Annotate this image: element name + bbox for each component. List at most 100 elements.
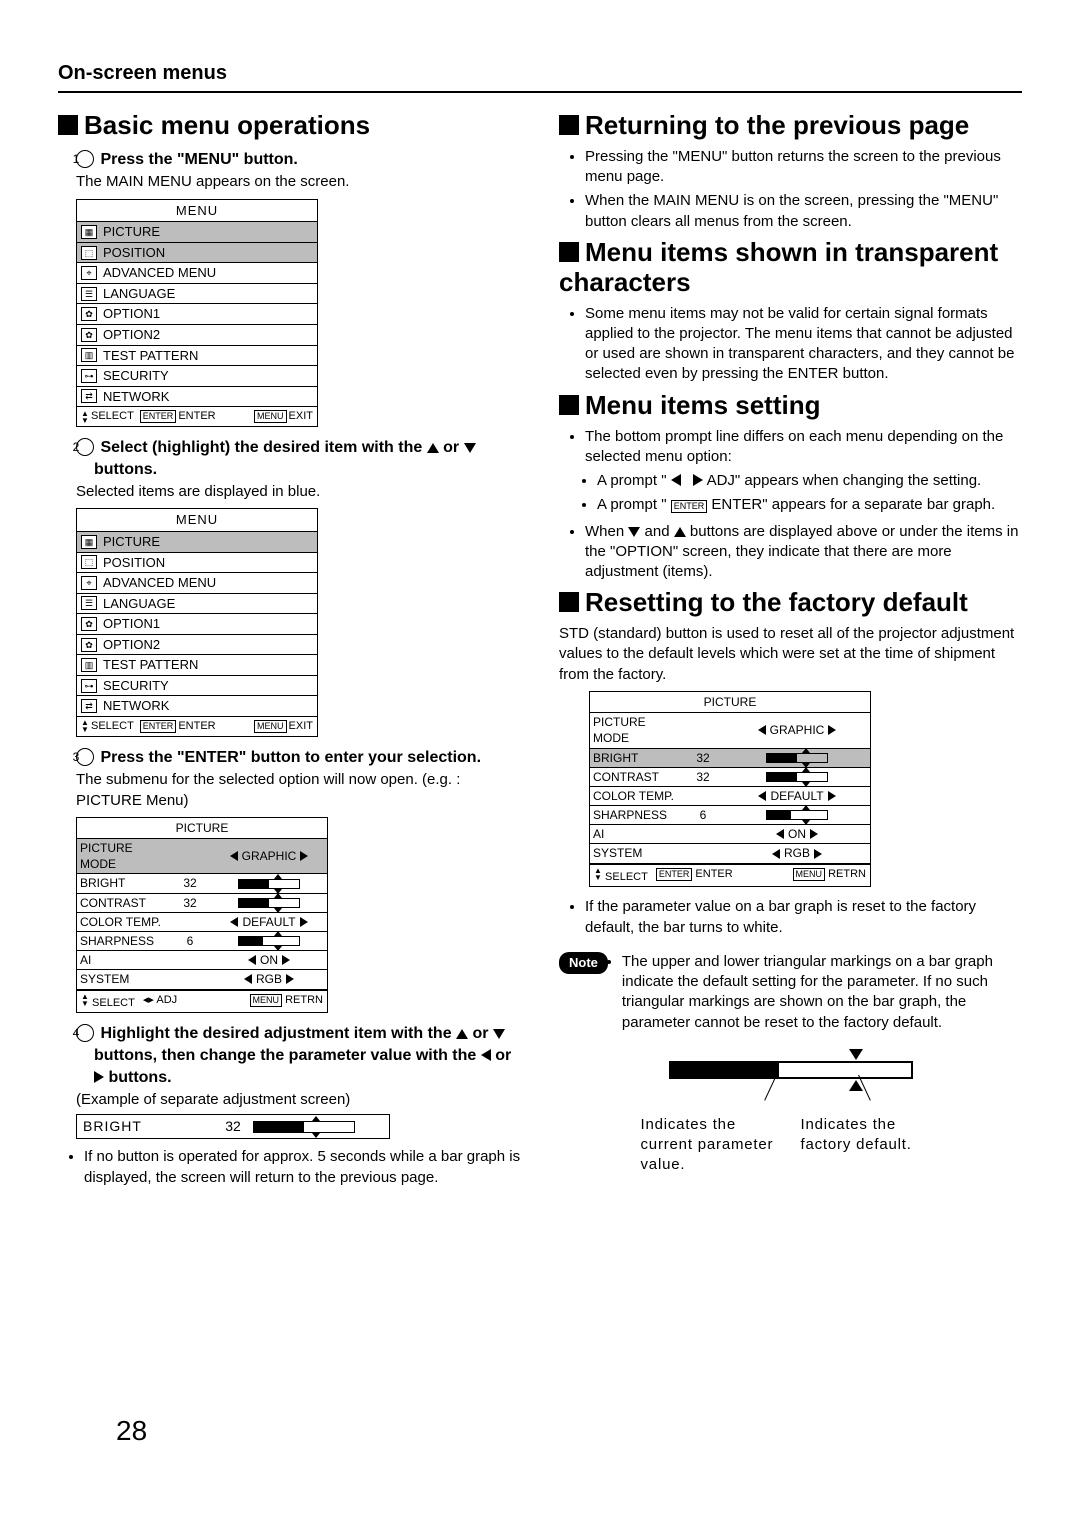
option2-icon: ✿ bbox=[81, 328, 97, 342]
updown-icon: ▲▼ bbox=[81, 719, 89, 733]
factory-reset-bullets: If the parameter value on a bar graph is… bbox=[585, 897, 1022, 938]
updown-icon: ▲▼ bbox=[81, 410, 89, 424]
menu-title-b: MENU bbox=[77, 509, 317, 532]
menu-item-security: ⊶SECURITY bbox=[77, 366, 317, 387]
note-label: Note bbox=[559, 952, 608, 974]
step-4-text-b: or bbox=[472, 1025, 492, 1042]
return-prev-bullets: Pressing the "MENU" button returns the s… bbox=[585, 147, 1022, 232]
step-1-number: 1 bbox=[76, 150, 94, 168]
enter-key-icon: ENTER bbox=[671, 500, 708, 513]
step-2-title: 2 Select (highlight) the desired item wi… bbox=[76, 437, 521, 480]
step-1-title: 1 Press the "MENU" button. bbox=[76, 149, 521, 171]
security-icon: ⊶ bbox=[81, 679, 97, 693]
menu-item-advanced-b: ⌖ADVANCED MENU bbox=[77, 573, 317, 594]
step-4-text-c: buttons, then change the parameter value… bbox=[94, 1047, 481, 1064]
step-3-title: 3 Press the "ENTER" button to enter your… bbox=[76, 747, 521, 769]
menu-title: MENU bbox=[77, 200, 317, 223]
menu-item-option1: ✿OPTION1 bbox=[77, 304, 317, 325]
return-prev-b2: When the MAIN MENU is on the screen, pre… bbox=[585, 191, 1022, 232]
step-4-text-d: or bbox=[495, 1047, 511, 1064]
return-prev-b1: Pressing the "MENU" button returns the s… bbox=[585, 147, 1022, 188]
menu-item-language: ☰LANGUAGE bbox=[77, 284, 317, 305]
language-icon: ☰ bbox=[81, 287, 97, 301]
menu-item-network: ⇄NETWORK bbox=[77, 387, 317, 408]
right-column: Returning to the previous page Pressing … bbox=[559, 105, 1022, 1194]
main-menu-box-b: MENU ▦PICTURE ⬚POSITION ⌖ADVANCED MENU ☰… bbox=[76, 508, 318, 736]
left-arrow-icon bbox=[671, 474, 681, 486]
position-icon: ⬚ bbox=[81, 555, 97, 569]
menu-item-security-b: ⊶SECURITY bbox=[77, 676, 317, 697]
menu-item-language-b: ☰LANGUAGE bbox=[77, 594, 317, 615]
bar-diagram-bar bbox=[669, 1061, 913, 1079]
enter-key-icon: ENTER bbox=[140, 410, 177, 423]
menu-item-advanced: ⌖ADVANCED MENU bbox=[77, 263, 317, 284]
picture-icon: ▦ bbox=[81, 225, 97, 239]
default-marker-top-icon bbox=[849, 1049, 863, 1060]
picture-icon: ▦ bbox=[81, 535, 97, 549]
menu-item-position: ⬚POSITION bbox=[77, 243, 317, 264]
factory-reset-b1: If the parameter value on a bar graph is… bbox=[585, 897, 1022, 938]
up-arrow-icon bbox=[427, 443, 439, 453]
bright-bar-row: BRIGHT 32 bbox=[76, 1114, 390, 1139]
menu-item-option2-b: ✿OPTION2 bbox=[77, 635, 317, 656]
heading-transparent: Menu items shown in transparent characte… bbox=[559, 238, 1022, 298]
step-2-text-c: buttons. bbox=[94, 461, 157, 478]
picture-submenu-box-right: PICTUREPICTURE MODEGRAPHICBRIGHT32CONTRA… bbox=[589, 691, 871, 888]
heading-items-setting: Menu items setting bbox=[559, 391, 1022, 421]
option1-icon: ✿ bbox=[81, 617, 97, 631]
menu-key-icon: MENU bbox=[254, 410, 287, 423]
right-arrow-icon bbox=[94, 1071, 104, 1083]
transparent-bullets: Some menu items may not be valid for cer… bbox=[585, 304, 1022, 385]
items-setting-b1: The bottom prompt line differs on each m… bbox=[585, 427, 1022, 516]
step-4-text-e: buttons. bbox=[108, 1069, 171, 1086]
items-setting-bullets: The bottom prompt line differs on each m… bbox=[585, 427, 1022, 583]
left-column: Basic menu operations 1 Press the "MENU"… bbox=[58, 105, 521, 1194]
step-3-desc: The submenu for the selected option will… bbox=[76, 770, 521, 811]
picture-submenu-box: PICTUREPICTURE MODEGRAPHICBRIGHT32CONTRA… bbox=[76, 817, 328, 1014]
step-2-text-b: or bbox=[443, 439, 463, 456]
step-4-notes: If no button is operated for approx. 5 s… bbox=[84, 1147, 521, 1188]
network-icon: ⇄ bbox=[81, 699, 97, 713]
menu-footer-b: ▲▼SELECT ENTERENTER MENUEXIT bbox=[77, 717, 317, 736]
network-icon: ⇄ bbox=[81, 389, 97, 403]
option2-icon: ✿ bbox=[81, 638, 97, 652]
menu-item-test-b: ▥TEST PATTERN bbox=[77, 655, 317, 676]
advanced-icon: ⌖ bbox=[81, 576, 97, 590]
bright-value: 32 bbox=[213, 1117, 253, 1136]
step-4-text-a: Highlight the desired adjustment item wi… bbox=[100, 1025, 456, 1042]
menu-item-option1-b: ✿OPTION1 bbox=[77, 614, 317, 635]
menu-item-network-b: ⇄NETWORK bbox=[77, 696, 317, 717]
heading-basic-menu-ops: Basic menu operations bbox=[58, 111, 521, 141]
step-1-desc: The MAIN MENU appears on the screen. bbox=[76, 172, 521, 192]
menu-item-picture-b: ▦PICTURE bbox=[77, 532, 317, 553]
note-block: Note The upper and lower triangular mark… bbox=[559, 952, 1022, 1043]
step-4-title: 4 Highlight the desired adjustment item … bbox=[76, 1023, 521, 1088]
heading-return-prev: Returning to the previous page bbox=[559, 111, 1022, 141]
test-icon: ▥ bbox=[81, 658, 97, 672]
step-2-desc: Selected items are displayed in blue. bbox=[76, 482, 521, 502]
bright-bar bbox=[253, 1121, 355, 1133]
step-4-desc: (Example of separate adjustment screen) bbox=[76, 1090, 521, 1110]
advanced-icon: ⌖ bbox=[81, 266, 97, 280]
menu-item-position-b: ⬚POSITION bbox=[77, 553, 317, 574]
step-3-text: Press the "ENTER" button to enter your s… bbox=[100, 749, 481, 766]
option1-icon: ✿ bbox=[81, 307, 97, 321]
menu-footer: ▲▼SELECT ENTERENTER MENUEXIT bbox=[77, 407, 317, 426]
step-1-text: Press the "MENU" button. bbox=[100, 151, 297, 168]
menu-item-picture: ▦PICTURE bbox=[77, 222, 317, 243]
bright-label: BRIGHT bbox=[83, 1117, 213, 1136]
menu-item-option2: ✿OPTION2 bbox=[77, 325, 317, 346]
items-setting-b2: When and buttons are displayed above or … bbox=[585, 522, 1022, 583]
test-icon: ▥ bbox=[81, 348, 97, 362]
security-icon: ⊶ bbox=[81, 369, 97, 383]
up-arrow-icon bbox=[456, 1029, 468, 1039]
bar-diagram: Indicates the current parameter value. I… bbox=[641, 1061, 941, 1176]
step-2-number: 2 bbox=[76, 438, 94, 456]
enter-key-icon: ENTER bbox=[140, 720, 177, 733]
step-3-number: 3 bbox=[76, 748, 94, 766]
up-arrow-icon bbox=[674, 527, 686, 537]
step-2-text-a: Select (highlight) the desired item with… bbox=[100, 439, 426, 456]
language-icon: ☰ bbox=[81, 596, 97, 610]
step-4-bullet: If no button is operated for approx. 5 s… bbox=[84, 1147, 521, 1188]
main-menu-box-a: MENU ▦PICTURE ⬚POSITION ⌖ADVANCED MENU ☰… bbox=[76, 199, 318, 427]
